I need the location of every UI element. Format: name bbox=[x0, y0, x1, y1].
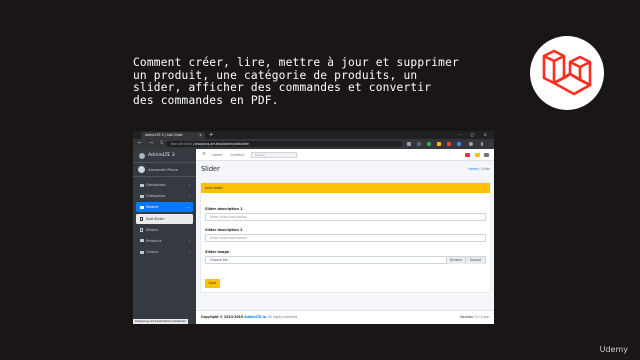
extension-icon[interactable] bbox=[447, 142, 451, 146]
browser-tab[interactable]: AdminLTE 3 | Add Slider × bbox=[141, 132, 205, 139]
address-bar: ← → C Non sécurisé | shopping-art.test/a… bbox=[133, 139, 494, 149]
footer-version: Version 3.0.0-pre bbox=[460, 311, 489, 324]
sidebar-item-orders[interactable]: Orders ‹ bbox=[136, 247, 193, 257]
search-input[interactable]: Search bbox=[251, 152, 297, 158]
status-url: shopping-art.test/admin/addslider bbox=[133, 319, 189, 324]
file-placeholder: Choose file bbox=[210, 258, 228, 262]
avatar bbox=[138, 166, 145, 173]
sidebar-menu: Dashboard ‹ Categories ‹ Sliders ⌄ Add S… bbox=[133, 177, 196, 261]
footer-copyright: Copyright © 2014-2019 bbox=[201, 315, 244, 319]
bookmark-icon[interactable] bbox=[407, 142, 411, 146]
sidebar-item-products[interactable]: Products ‹ bbox=[136, 236, 193, 246]
document-icon bbox=[140, 216, 143, 221]
nav-contact-link[interactable]: Contact bbox=[230, 149, 244, 161]
version-number: 3.0.0-pre bbox=[474, 315, 490, 319]
footer-link[interactable]: AdminLTE.io. bbox=[244, 315, 267, 319]
footer-rights: All rights reserved. bbox=[268, 315, 299, 319]
slider-image-file-input[interactable]: Choose file Browse Upload bbox=[205, 256, 486, 264]
chevron-left-icon: ‹ bbox=[188, 194, 190, 199]
card-header: Add slider bbox=[201, 183, 490, 193]
sidebar-item-label: Dashboard bbox=[146, 183, 166, 187]
messages-icon[interactable] bbox=[465, 153, 470, 157]
folder-icon bbox=[140, 183, 144, 187]
close-tab-icon[interactable]: × bbox=[199, 132, 202, 139]
tab-strip: AdminLTE 3 | Add Slider × + – ▢ × bbox=[133, 131, 494, 139]
chevron-left-icon: ‹ bbox=[188, 238, 190, 243]
sidebar-item-categories[interactable]: Categories ‹ bbox=[136, 191, 193, 201]
browser-window: AdminLTE 3 | Add Slider × + – ▢ × ← → C … bbox=[133, 131, 494, 324]
sidebar-item-label: Products bbox=[146, 238, 162, 243]
sidebar-item-label: Categories bbox=[146, 194, 166, 199]
slider-image-label: Slider image bbox=[205, 250, 230, 254]
chevron-down-icon: ⌄ bbox=[187, 205, 190, 210]
url-text: shopping-art.test/admin/addslider bbox=[194, 142, 249, 146]
description2-input[interactable]: Enter slider description bbox=[205, 234, 486, 242]
nav-buttons[interactable]: ← → C bbox=[138, 139, 167, 149]
page-title: Slider bbox=[201, 165, 220, 173]
extension-icon[interactable] bbox=[437, 142, 441, 146]
headline-line-1: Comment créer, lire, mettre à jour et su… bbox=[133, 56, 459, 69]
footer: Copyright © 2014-2019 AdminLTE.io. All r… bbox=[196, 310, 494, 324]
sidebar-item-label: Sliders bbox=[146, 205, 159, 210]
tab-title: AdminLTE 3 | Add Slider bbox=[145, 133, 183, 137]
main-content: ≡ Home Contact Search Slider Home / Slid… bbox=[196, 149, 494, 324]
extension-icon[interactable] bbox=[417, 142, 421, 146]
user-name: Alexander Pierce bbox=[148, 168, 179, 172]
description1-label: Slider description 1 bbox=[205, 207, 243, 211]
breadcrumb-current: Slider bbox=[480, 167, 490, 171]
browser-menu-icon[interactable] bbox=[481, 142, 483, 146]
grid-icon[interactable] bbox=[484, 153, 489, 157]
version-label: Version bbox=[460, 315, 474, 319]
breadcrumb: Home / Slider bbox=[468, 167, 490, 171]
headline-line-4: des commandes en PDF. bbox=[133, 93, 279, 107]
content-header: Slider Home / Slider bbox=[196, 161, 494, 181]
folder-icon bbox=[140, 205, 144, 209]
description1-input[interactable]: Enter slider description bbox=[205, 213, 486, 221]
headline-line-3: slider, afficher des commandes et conver… bbox=[133, 81, 432, 94]
sidebar-item-label: Add Slider bbox=[146, 216, 165, 221]
breadcrumb-separator: / bbox=[478, 167, 480, 171]
laravel-logo bbox=[530, 36, 604, 110]
folder-icon bbox=[140, 250, 144, 254]
security-label: Non sécurisé bbox=[171, 142, 192, 146]
sidebar-subitem-sliders[interactable]: Sliders bbox=[136, 225, 193, 235]
extension-icon[interactable] bbox=[457, 142, 461, 146]
sidebar: AdminLTE 3 Alexander Pierce Dashboard ‹ … bbox=[133, 149, 196, 324]
description2-label: Slider description 2 bbox=[205, 228, 243, 232]
sidebar-item-dashboard[interactable]: Dashboard ‹ bbox=[136, 180, 193, 190]
brand-text: AdminLTE 3 bbox=[148, 153, 175, 158]
folder-icon bbox=[140, 194, 144, 198]
brand[interactable]: AdminLTE 3 bbox=[133, 149, 196, 163]
udemy-watermark: Udemy bbox=[599, 345, 628, 354]
profile-avatar[interactable] bbox=[469, 142, 473, 146]
breadcrumb-home[interactable]: Home bbox=[468, 167, 477, 171]
folder-icon bbox=[140, 239, 144, 243]
notifications-icon[interactable] bbox=[475, 153, 480, 157]
sidebar-item-sliders[interactable]: Sliders ⌄ bbox=[136, 202, 193, 213]
nav-home-link[interactable]: Home bbox=[212, 149, 223, 161]
document-icon bbox=[140, 227, 143, 232]
save-button[interactable]: Save bbox=[205, 279, 220, 288]
top-navbar: ≡ Home Contact Search bbox=[196, 149, 494, 161]
user-panel[interactable]: Alexander Pierce bbox=[133, 163, 196, 177]
new-tab-icon[interactable]: + bbox=[209, 131, 213, 139]
extension-icon[interactable] bbox=[427, 142, 431, 146]
sidebar-item-label: Orders bbox=[146, 250, 159, 255]
window-controls[interactable]: – ▢ × bbox=[459, 131, 491, 139]
url-input[interactable]: Non sécurisé | shopping-art.test/admin/a… bbox=[166, 141, 402, 147]
course-headline: Comment créer, lire, mettre à jour et su… bbox=[133, 56, 505, 107]
brand-logo-icon bbox=[139, 153, 145, 159]
menu-icon[interactable]: ≡ bbox=[202, 149, 206, 161]
sidebar-item-label: Sliders bbox=[146, 227, 159, 232]
sidebar-subitem-add-slider[interactable]: Add Slider bbox=[136, 213, 193, 224]
chevron-left-icon: ‹ bbox=[188, 250, 190, 255]
laravel-logo-icon bbox=[542, 49, 592, 96]
add-slider-card: Add slider Slider description 1 Enter sl… bbox=[201, 183, 490, 292]
upload-button[interactable]: Upload bbox=[465, 257, 485, 264]
browse-button[interactable]: Browse bbox=[446, 257, 465, 264]
chevron-left-icon: ‹ bbox=[188, 183, 190, 187]
